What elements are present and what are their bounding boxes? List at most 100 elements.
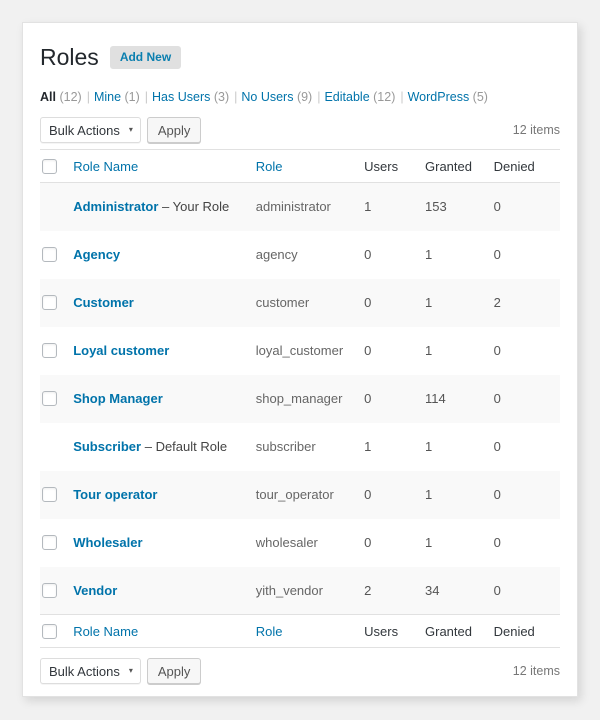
role-name-cell: Vendor bbox=[73, 567, 256, 615]
role-slug-cell-value: tour_operator bbox=[255, 487, 334, 502]
role-name-link[interactable]: Customer bbox=[73, 295, 134, 310]
denied-count-cell-value: 0 bbox=[493, 391, 501, 406]
role-name-link[interactable]: Shop Manager bbox=[73, 391, 163, 406]
granted-count-cell: 114 bbox=[425, 375, 494, 423]
filter-separator: | bbox=[317, 90, 321, 104]
select-all-header bbox=[40, 149, 74, 183]
denied-count-cell-value: 0 bbox=[493, 343, 501, 358]
granted-count-cell: 1 bbox=[425, 279, 494, 327]
filter-link-wordpress[interactable]: WordPress bbox=[408, 90, 470, 104]
row-checkbox[interactable] bbox=[42, 343, 57, 358]
role-name-link[interactable]: Loyal customer bbox=[73, 343, 169, 358]
bulk-actions-label-bottom: Bulk Actions bbox=[49, 663, 120, 679]
column-header-granted: Granted bbox=[425, 149, 494, 183]
denied-count-cell-value: 0 bbox=[493, 439, 501, 454]
role-name-cell: Administrator – Your Role bbox=[73, 183, 256, 231]
table-row: Loyal customer loyal_customer 0 1 0 bbox=[40, 327, 560, 375]
role-name-link[interactable]: Agency bbox=[73, 247, 120, 262]
users-count-cell: 0 bbox=[364, 375, 425, 423]
filter-item-has-users: Has Users (3) | bbox=[152, 90, 241, 104]
denied-count-cell-value: 0 bbox=[493, 535, 501, 550]
role-name-link[interactable]: Wholesaler bbox=[73, 535, 142, 550]
users-count-cell: 0 bbox=[364, 471, 425, 519]
role-name-link[interactable]: Tour operator bbox=[73, 487, 157, 502]
filter-link-editable[interactable]: Editable bbox=[324, 90, 369, 104]
filter-link-all[interactable]: All bbox=[40, 90, 56, 104]
users-count-cell-value: 0 bbox=[364, 295, 372, 310]
filter-separator: | bbox=[234, 90, 238, 104]
bulk-actions-label-top: Bulk Actions bbox=[49, 122, 120, 138]
denied-count-cell-value: 0 bbox=[493, 247, 501, 262]
role-name-cell: Tour operator bbox=[73, 471, 256, 519]
select-all-checkbox-top[interactable] bbox=[42, 158, 57, 174]
role-name-cell: Subscriber – Default Role bbox=[73, 423, 256, 471]
column-header-name: Role Name bbox=[73, 149, 256, 183]
role-slug-cell-value: loyal_customer bbox=[255, 343, 344, 358]
granted-count-cell-value: 1 bbox=[425, 247, 433, 262]
bulk-actions-select-top[interactable]: Bulk Actions ▾ bbox=[40, 117, 141, 143]
denied-count-cell: 2 bbox=[494, 279, 560, 327]
role-name-link[interactable]: Subscriber bbox=[73, 439, 141, 454]
denied-count-cell: 0 bbox=[494, 519, 560, 567]
row-checkbox[interactable] bbox=[42, 487, 57, 502]
role-slug-cell-value: subscriber bbox=[255, 439, 316, 454]
denied-count-cell: 0 bbox=[494, 231, 560, 279]
filter-link-mine[interactable]: Mine bbox=[94, 90, 121, 104]
sort-link-role-top[interactable]: Role bbox=[256, 159, 283, 174]
filter-count: (12) bbox=[369, 90, 396, 104]
granted-count-cell: 34 bbox=[425, 567, 494, 615]
apply-button-top[interactable]: Apply bbox=[146, 117, 202, 143]
row-checkbox-cell bbox=[40, 471, 73, 519]
users-count-cell: 1 bbox=[364, 183, 425, 231]
role-slug-cell: yith_vendor bbox=[256, 567, 364, 615]
users-count-cell: 1 bbox=[364, 423, 425, 471]
denied-count-cell-value: 0 bbox=[493, 582, 501, 598]
table-row: Administrator – Your Role administrator 1 1… bbox=[40, 182, 560, 231]
tablenav-bottom: Bulk Actions ▾ Apply 12 items bbox=[40, 656, 560, 686]
filter-separator: | bbox=[144, 90, 149, 104]
row-checkbox[interactable] bbox=[42, 535, 57, 550]
role-name-link[interactable]: Vendor bbox=[73, 583, 117, 598]
filter-link-no-users[interactable]: No Users bbox=[241, 90, 293, 104]
apply-button-bottom[interactable]: Apply bbox=[146, 658, 202, 684]
bulk-actions-select-bottom[interactable]: Bulk Actions ▾ bbox=[40, 658, 141, 684]
table-head: Role Name Role Users Granted Denied bbox=[40, 149, 560, 183]
denied-count-cell: 0 bbox=[494, 567, 560, 615]
table-body: Administrator – Your Role administrator 1 1… bbox=[40, 182, 560, 615]
filter-count: (3) bbox=[210, 90, 230, 104]
role-name-cell: Agency bbox=[73, 231, 256, 279]
role-slug-cell: tour_operator bbox=[256, 471, 364, 519]
column-header-denied: Denied bbox=[493, 149, 560, 183]
filter-item-all: All (12) | bbox=[40, 90, 94, 104]
sort-link-role-bottom[interactable]: Role bbox=[256, 624, 283, 639]
add-new-button[interactable]: Add New bbox=[109, 46, 182, 69]
row-checkbox[interactable] bbox=[42, 295, 57, 310]
table-row: Agency agency 0 1 0 bbox=[40, 231, 560, 279]
row-checkbox[interactable] bbox=[42, 391, 57, 406]
filter-item-mine: Mine (1) | bbox=[94, 90, 152, 104]
table-row: Shop Manager shop_manager 0 114 0 bbox=[40, 374, 560, 423]
granted-count-cell: 1 bbox=[425, 471, 494, 519]
sort-link-name-bottom[interactable]: Role Name bbox=[73, 624, 138, 639]
denied-count-cell: 0 bbox=[494, 375, 560, 423]
sort-link-name-top[interactable]: Role Name bbox=[73, 159, 138, 174]
granted-count-cell-value: 1 bbox=[425, 343, 433, 358]
role-name-cell: Customer bbox=[73, 279, 256, 327]
granted-count-cell: 1 bbox=[425, 423, 494, 471]
role-slug-cell: subscriber bbox=[256, 423, 364, 471]
filter-separator: | bbox=[400, 90, 404, 104]
row-checkbox-cell bbox=[40, 183, 73, 231]
granted-count-cell: 1 bbox=[425, 327, 494, 375]
users-count-cell-value: 0 bbox=[364, 247, 372, 262]
role-slug-cell: loyal_customer bbox=[256, 327, 364, 375]
row-checkbox[interactable] bbox=[42, 582, 57, 598]
table-foot: Role Name Role Users Granted Denied bbox=[40, 614, 560, 648]
filter-link-has-users[interactable]: Has Users bbox=[152, 90, 210, 104]
role-name-cell: Loyal customer bbox=[73, 327, 256, 375]
role-name-link[interactable]: Administrator bbox=[73, 199, 158, 214]
chevron-down-icon: ▾ bbox=[128, 125, 133, 134]
role-slug-cell-value: customer bbox=[255, 295, 310, 310]
select-all-checkbox-bottom[interactable] bbox=[42, 623, 57, 639]
row-checkbox[interactable] bbox=[42, 247, 57, 262]
role-name-cell: Shop Manager bbox=[73, 375, 256, 423]
